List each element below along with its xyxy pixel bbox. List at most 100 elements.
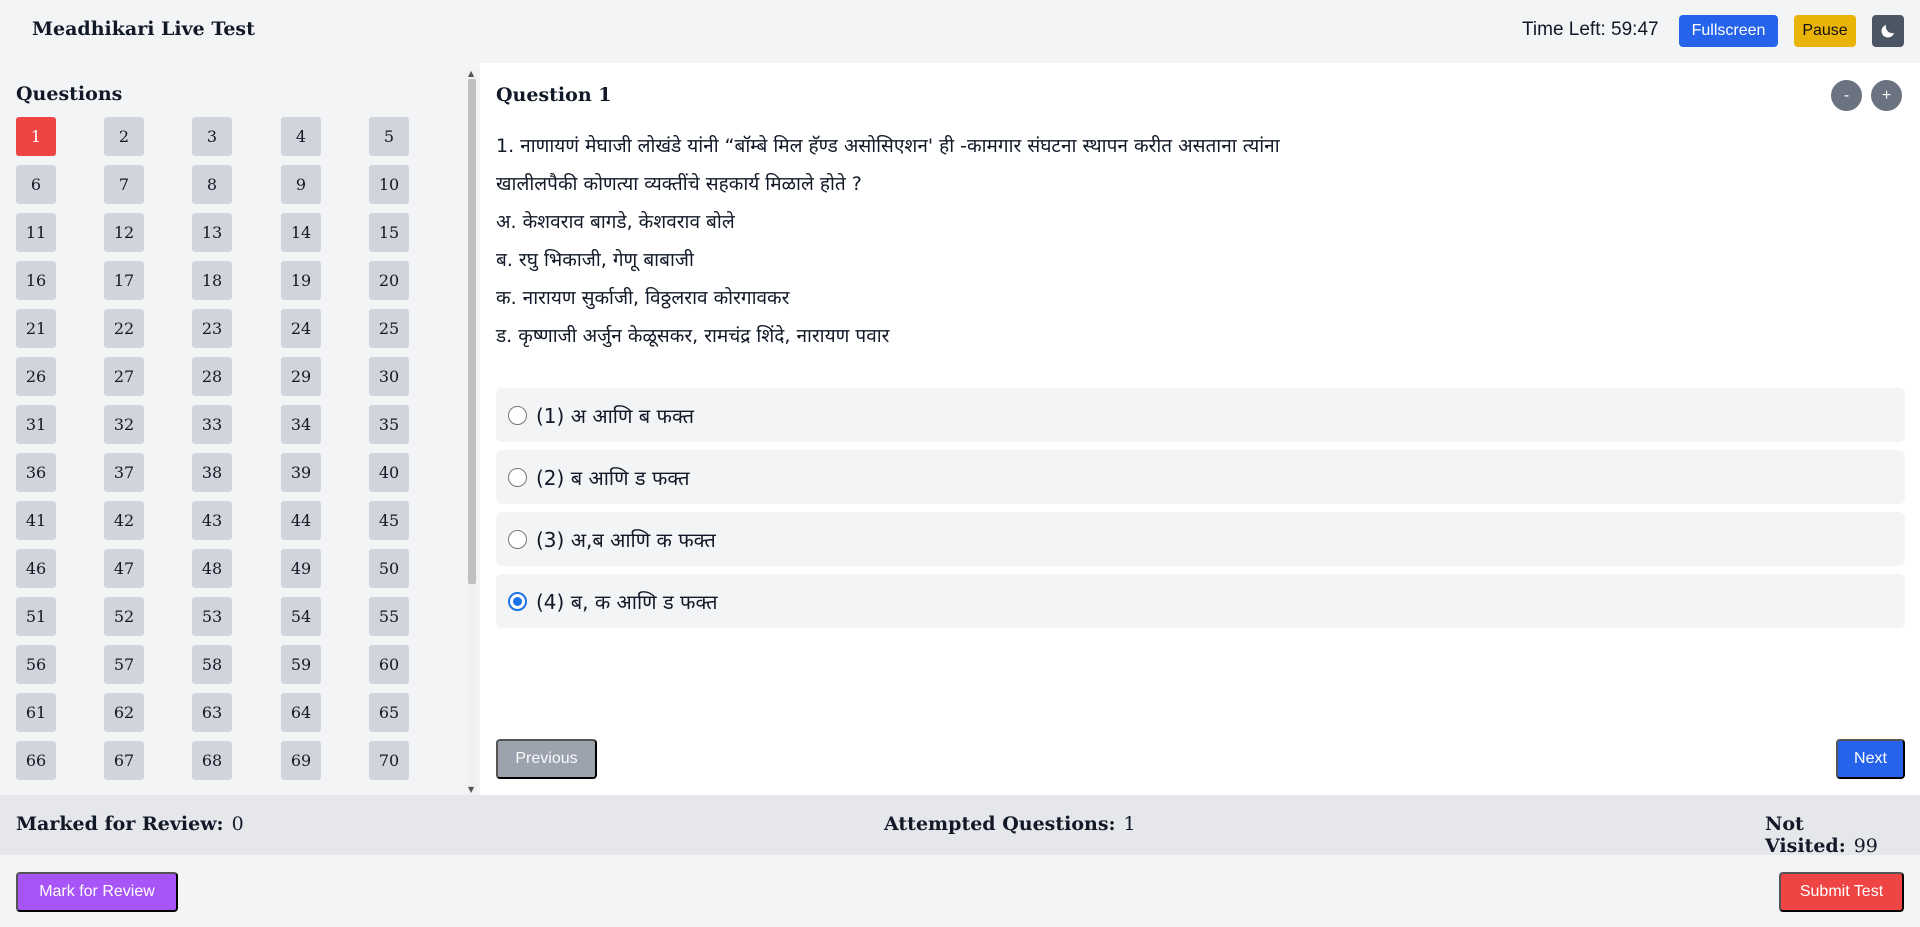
question-number-68[interactable]: 68 — [192, 741, 232, 780]
pause-button[interactable]: Pause — [1794, 15, 1856, 47]
question-number-27[interactable]: 27 — [104, 357, 144, 396]
question-number-63[interactable]: 63 — [192, 693, 232, 732]
question-number-35[interactable]: 35 — [369, 405, 409, 444]
question-number-13[interactable]: 13 — [192, 213, 232, 252]
question-number-70[interactable]: 70 — [369, 741, 409, 780]
question-number-30[interactable]: 30 — [369, 357, 409, 396]
question-number-17[interactable]: 17 — [104, 261, 144, 300]
zoom-out-button[interactable]: - — [1831, 80, 1862, 111]
option-1[interactable]: (1) अ आणि ब फक्त — [496, 388, 1905, 442]
attempted-label: Attempted Questions: — [884, 813, 1116, 835]
question-number-36[interactable]: 36 — [16, 453, 56, 492]
question-number-42[interactable]: 42 — [104, 501, 144, 540]
question-line: 1. नाणायणं मेघाजी लोखंडे यांनी “बॉम्बे म… — [496, 135, 1280, 157]
question-number-48[interactable]: 48 — [192, 549, 232, 588]
question-number-10[interactable]: 10 — [369, 165, 409, 204]
scroll-up-icon[interactable]: ▲ — [468, 69, 474, 78]
question-number-14[interactable]: 14 — [281, 213, 321, 252]
question-number-38[interactable]: 38 — [192, 453, 232, 492]
question-number-6[interactable]: 6 — [16, 165, 56, 204]
question-number-44[interactable]: 44 — [281, 501, 321, 540]
question-number-65[interactable]: 65 — [369, 693, 409, 732]
question-number-64[interactable]: 64 — [281, 693, 321, 732]
mark-for-review-button[interactable]: Mark for Review — [16, 872, 178, 912]
question-number-9[interactable]: 9 — [281, 165, 321, 204]
option-3[interactable]: (3) अ,ब आणि क फक्त — [496, 512, 1905, 566]
zoom-in-button[interactable]: + — [1871, 80, 1902, 111]
question-number-62[interactable]: 62 — [104, 693, 144, 732]
question-number-15[interactable]: 15 — [369, 213, 409, 252]
question-number-21[interactable]: 21 — [16, 309, 56, 348]
question-number-2[interactable]: 2 — [104, 117, 144, 156]
question-number-58[interactable]: 58 — [192, 645, 232, 684]
question-number-8[interactable]: 8 — [192, 165, 232, 204]
question-number-19[interactable]: 19 — [281, 261, 321, 300]
next-button[interactable]: Next — [1836, 739, 1905, 779]
question-number-60[interactable]: 60 — [369, 645, 409, 684]
question-number-34[interactable]: 34 — [281, 405, 321, 444]
option-4[interactable]: (4) ब, क आणि ड फक्त — [496, 574, 1905, 628]
not-visited-label: Not Visited: — [1765, 813, 1846, 857]
previous-button[interactable]: Previous — [496, 739, 597, 779]
question-number-32[interactable]: 32 — [104, 405, 144, 444]
question-number-18[interactable]: 18 — [192, 261, 232, 300]
question-number-61[interactable]: 61 — [16, 693, 56, 732]
question-number-7[interactable]: 7 — [104, 165, 144, 204]
question-number-66[interactable]: 66 — [16, 741, 56, 780]
question-number-56[interactable]: 56 — [16, 645, 56, 684]
question-number-43[interactable]: 43 — [192, 501, 232, 540]
question-number-33[interactable]: 33 — [192, 405, 232, 444]
question-number-67[interactable]: 67 — [104, 741, 144, 780]
question-number-59[interactable]: 59 — [281, 645, 321, 684]
option-2-radio[interactable] — [508, 468, 527, 487]
question-number-24[interactable]: 24 — [281, 309, 321, 348]
question-number-23[interactable]: 23 — [192, 309, 232, 348]
question-number-26[interactable]: 26 — [16, 357, 56, 396]
question-number-31[interactable]: 31 — [16, 405, 56, 444]
question-number-47[interactable]: 47 — [104, 549, 144, 588]
question-number-52[interactable]: 52 — [104, 597, 144, 636]
question-number-69[interactable]: 69 — [281, 741, 321, 780]
question-number-55[interactable]: 55 — [369, 597, 409, 636]
question-number-1[interactable]: 1 — [16, 117, 56, 156]
question-number-37[interactable]: 37 — [104, 453, 144, 492]
question-number-3[interactable]: 3 — [192, 117, 232, 156]
question-number-45[interactable]: 45 — [369, 501, 409, 540]
question-line: अ. केशवराव बागडे, केशवराव बोले — [496, 211, 735, 233]
question-number-49[interactable]: 49 — [281, 549, 321, 588]
attempted-value: 1 — [1123, 813, 1136, 835]
question-number-11[interactable]: 11 — [16, 213, 56, 252]
question-number-40[interactable]: 40 — [369, 453, 409, 492]
option-4-radio[interactable] — [508, 592, 527, 611]
scroll-down-icon[interactable]: ▼ — [468, 785, 474, 794]
question-number-22[interactable]: 22 — [104, 309, 144, 348]
header: Meadhikari Live Test Time Left: 59:47 Fu… — [0, 0, 1920, 63]
sidebar-scrollbar[interactable]: ▲ ▼ — [467, 69, 477, 795]
question-number-20[interactable]: 20 — [369, 261, 409, 300]
scroll-thumb[interactable] — [468, 79, 476, 584]
question-number-29[interactable]: 29 — [281, 357, 321, 396]
question-number-12[interactable]: 12 — [104, 213, 144, 252]
question-number-39[interactable]: 39 — [281, 453, 321, 492]
question-number-51[interactable]: 51 — [16, 597, 56, 636]
option-2-label: (2) ब आणि ड फक्त — [536, 466, 690, 490]
theme-toggle-button[interactable] — [1872, 15, 1904, 47]
question-number-46[interactable]: 46 — [16, 549, 56, 588]
option-2[interactable]: (2) ब आणि ड फक्त — [496, 450, 1905, 504]
question-number-53[interactable]: 53 — [192, 597, 232, 636]
question-number-28[interactable]: 28 — [192, 357, 232, 396]
option-3-radio[interactable] — [508, 530, 527, 549]
question-number-5[interactable]: 5 — [369, 117, 409, 156]
question-number-57[interactable]: 57 — [104, 645, 144, 684]
option-1-radio[interactable] — [508, 406, 527, 425]
question-number-16[interactable]: 16 — [16, 261, 56, 300]
question-number-25[interactable]: 25 — [369, 309, 409, 348]
not-visited-stat: Not Visited: 99 — [1765, 813, 1920, 857]
question-number-41[interactable]: 41 — [16, 501, 56, 540]
option-4-label: (4) ब, क आणि ड फक्त — [536, 590, 718, 614]
fullscreen-button[interactable]: Fullscreen — [1679, 15, 1778, 47]
question-number-50[interactable]: 50 — [369, 549, 409, 588]
question-number-54[interactable]: 54 — [281, 597, 321, 636]
question-number-4[interactable]: 4 — [281, 117, 321, 156]
submit-test-button[interactable]: Submit Test — [1779, 872, 1904, 912]
